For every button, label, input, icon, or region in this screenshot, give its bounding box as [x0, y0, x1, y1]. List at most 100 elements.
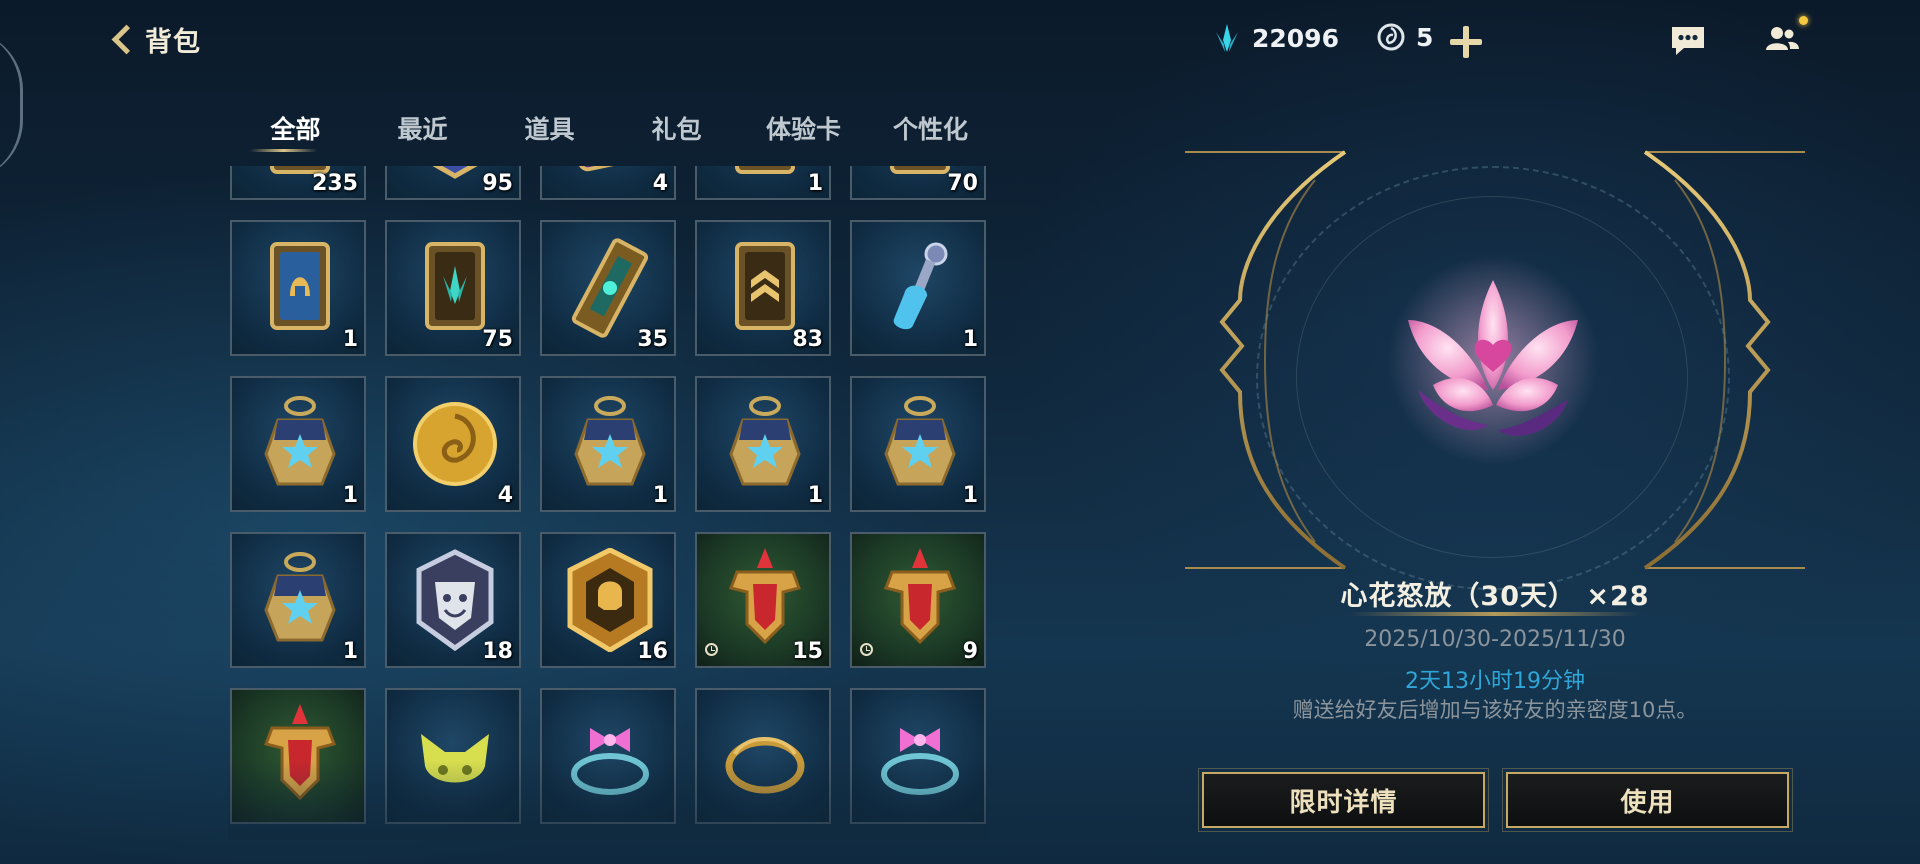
inventory-slot[interactable] — [540, 688, 676, 824]
blue-card-helmet-icon — [270, 242, 330, 330]
inventory-slot[interactable]: 18 — [385, 532, 521, 668]
item-count: 95 — [482, 171, 513, 196]
time-limit-details-button[interactable]: 限时详情 — [1198, 768, 1489, 832]
chevron-left-icon — [111, 24, 142, 55]
category-tabs: 全部 最近 道具 礼包 体验卡 个性化 — [232, 110, 994, 152]
item-count: 70 — [947, 171, 978, 196]
item-count: 83 — [792, 327, 823, 352]
gold-card-diamond-icon — [735, 166, 795, 174]
item-count: 75 — [482, 327, 513, 352]
gem-amount: 22096 — [1252, 23, 1339, 53]
inventory-slot[interactable]: 1 — [695, 166, 831, 200]
item-count: 1 — [342, 483, 358, 508]
tab-trial-cards[interactable]: 体验卡 — [740, 110, 867, 146]
inventory-slot[interactable]: 70 — [850, 166, 986, 200]
item-count: 1 — [962, 483, 978, 508]
item-time-remaining: 2天13小时19分钟 — [1405, 669, 1585, 694]
red-crest-banner-icon — [884, 548, 956, 645]
pink-bow-ring-icon — [881, 728, 959, 795]
item-count: 15 — [792, 639, 823, 664]
red-crest-banner-icon — [264, 704, 336, 801]
inventory-slot[interactable]: 4 — [540, 166, 676, 200]
star-treasure-pouch-icon — [574, 396, 646, 486]
tab-gift-packs[interactable]: 礼包 — [613, 110, 740, 146]
gold-card-crystal-icon — [425, 242, 485, 330]
inventory-slot[interactable]: 75 — [385, 220, 521, 356]
inventory-slot[interactable]: 16 — [540, 532, 676, 668]
star-treasure-pouch-icon — [729, 396, 801, 486]
back-button[interactable]: 背包 — [110, 20, 201, 59]
inventory-slot[interactable] — [385, 688, 521, 824]
item-count: 1 — [652, 483, 668, 508]
add-currency-button[interactable] — [1450, 26, 1482, 58]
inventory-slot[interactable]: 35 — [540, 220, 676, 356]
use-item-button[interactable]: 使用 — [1502, 768, 1793, 832]
tab-all[interactable]: 全部 — [232, 110, 359, 152]
item-count: 1 — [342, 327, 358, 352]
inventory-slot[interactable]: 1 — [230, 220, 366, 356]
item-count: 16 — [637, 639, 668, 664]
star-treasure-pouch-icon — [264, 552, 336, 642]
item-count: 4 — [652, 171, 668, 196]
item-name-underline — [1350, 612, 1640, 616]
chat-bubble-icon — [1672, 27, 1704, 55]
clock-icon — [860, 643, 873, 656]
inventory-slot[interactable]: 1 — [850, 376, 986, 512]
edge-arc-decoration — [0, 30, 23, 180]
friends-icon — [1766, 27, 1799, 50]
yellow-creature-ears-icon — [421, 734, 489, 783]
inventory-slot[interactable]: 235 — [230, 166, 366, 200]
inventory-slot[interactable]: 1 — [695, 376, 831, 512]
tab-items[interactable]: 道具 — [486, 110, 613, 146]
item-description: 赠送给好友后增加与该好友的亲密度10点。 — [1292, 698, 1698, 722]
inventory-slot[interactable] — [850, 688, 986, 824]
token-currency: 5 — [1376, 22, 1433, 52]
inventory-slot[interactable]: 1 — [230, 532, 366, 668]
inventory-slot[interactable] — [230, 688, 366, 824]
item-count: 1 — [807, 171, 823, 196]
inventory-slot[interactable]: 15 — [695, 532, 831, 668]
gold-spiral-coin-icon — [413, 402, 497, 486]
item-count: 9 — [962, 639, 978, 664]
inventory-slot[interactable]: 1 — [230, 376, 366, 512]
token-amount: 5 — [1416, 22, 1434, 52]
pink-bow-ring-icon — [571, 728, 649, 795]
item-count: 35 — [637, 327, 668, 352]
inventory-grid-viewport[interactable]: 235 95 4 1 70 1 75 35 83 1 1 4 1 1 1 1 18 16 15 9 — [228, 166, 988, 834]
gold-dragon-ring-icon — [725, 737, 805, 794]
gem-currency: 22096 — [1212, 22, 1339, 54]
item-count: 1 — [807, 483, 823, 508]
inventory-slot[interactable]: 9 — [850, 532, 986, 668]
tilted-scroll-card-icon — [571, 238, 649, 338]
inventory-slot[interactable]: 1 — [850, 220, 986, 356]
star-treasure-pouch-icon — [264, 396, 336, 486]
inventory-slot[interactable]: 4 — [385, 376, 521, 512]
inventory-slot[interactable]: 1 — [540, 376, 676, 512]
pink-heart-flower-icon — [1388, 255, 1598, 465]
purple-orb-card-icon — [567, 166, 653, 172]
gold-card-chevron-icon — [735, 242, 795, 330]
inventory-slot[interactable]: 83 — [695, 220, 831, 356]
item-count: 1 — [962, 327, 978, 352]
blue-potion-bottle-icon — [893, 242, 948, 330]
inventory-slot[interactable] — [695, 688, 831, 824]
silver-mask-emblem-icon — [416, 549, 494, 652]
page-title: 背包 — [145, 27, 201, 58]
swirl-token-icon — [1377, 23, 1405, 51]
notification-dot — [1799, 16, 1808, 25]
chat-button[interactable] — [1670, 24, 1706, 60]
tab-personalization[interactable]: 个性化 — [867, 110, 994, 146]
item-count: 235 — [312, 171, 358, 196]
item-name: 心花怒放（30天） ×28 — [1340, 581, 1650, 612]
item-count: 4 — [497, 483, 513, 508]
inventory-slot[interactable]: 95 — [385, 166, 521, 200]
gold-skull-shield-icon — [567, 548, 653, 652]
clock-icon — [705, 643, 718, 656]
item-count: 1 — [342, 639, 358, 664]
red-crest-banner-icon — [729, 548, 801, 645]
item-validity-period: 2025/10/30-2025/11/30 — [1364, 627, 1626, 652]
friends-button[interactable] — [1764, 16, 1808, 58]
tab-recent[interactable]: 最近 — [359, 110, 486, 146]
star-treasure-pouch-icon — [884, 396, 956, 486]
inventory-grid: 235 95 4 1 70 1 75 35 83 1 1 4 1 1 1 1 18 16 15 9 — [230, 166, 986, 824]
